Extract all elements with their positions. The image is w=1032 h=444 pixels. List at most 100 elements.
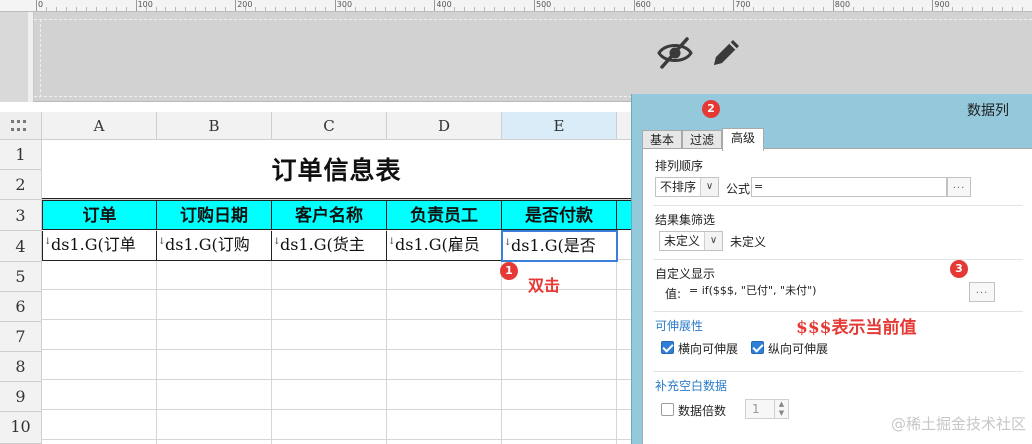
band-guide-top (34, 19, 1032, 20)
data-cell-employee[interactable]: ↓ ds1.G(雇员 (387, 231, 502, 261)
sort-select-value: 不排序 (660, 180, 697, 194)
tab-basic[interactable]: 基本 (642, 130, 682, 150)
report-title: 订单信息表 (271, 156, 402, 185)
advanced-panel: 排列顺序 不排序 ∨ 公式: = ... 结果集筛选 未定义 ∨ 未定义 自定义… (642, 148, 1032, 444)
custom-display-label: 自定义显示 (655, 267, 716, 281)
result-filter-label: 结果集筛选 (655, 213, 716, 227)
vertical-expand-label: 纵向可伸展 (768, 342, 829, 356)
header-cell-extra[interactable] (617, 200, 632, 230)
data-cell-order-date[interactable]: ↓ ds1.G(订购 (157, 231, 272, 261)
ruler-major-tick (633, 0, 635, 11)
dialog-title: 数据列 (967, 103, 1009, 119)
column-header-e[interactable]: E (502, 112, 617, 140)
expandability-label: 可伸展性 (655, 319, 704, 333)
report-designer: 0 100 200 300 400 500 600 700 800 900 A B C D E 1… (0, 0, 1032, 444)
eye-off-icon[interactable] (656, 36, 694, 70)
data-cell-text: ds1.G(货主 (280, 235, 365, 254)
dialog-titlebar[interactable]: 数据列 (632, 94, 1032, 124)
ruler-major-tick (534, 0, 535, 11)
vertical-expand-checkbox[interactable] (751, 341, 764, 354)
custom-value-more-button[interactable]: ... (969, 282, 995, 302)
tab-advanced[interactable]: 高级 (722, 128, 764, 151)
data-cell-order[interactable]: ↓ ds1.G(订单 (42, 231, 157, 261)
expand-down-icon: ↓ (44, 237, 52, 247)
column-header-f[interactable] (617, 112, 632, 140)
row-header-8[interactable]: 8 (0, 352, 42, 382)
row-header-4[interactable]: 4 (0, 231, 42, 262)
column-header-d[interactable]: D (387, 112, 502, 140)
data-cell-text: ds1.G(雇员 (395, 235, 480, 254)
formula-more-button[interactable]: ... (947, 177, 971, 197)
divider (653, 259, 1023, 260)
fill-blank-label: 补充空白数据 (655, 379, 728, 393)
result-filter-select[interactable]: 未定义 ∨ (659, 231, 723, 251)
header-cell-order[interactable]: 订单 (42, 200, 157, 230)
data-column-dialog: 数据列 基本 过滤 高级 排列顺序 不排序 ∨ 公式: = ... 结果集筛选 … (631, 94, 1032, 444)
sort-label: 排列顺序 (655, 159, 704, 173)
divider (653, 371, 1023, 372)
expand-down-icon: ↓ (273, 237, 281, 247)
row-header-7[interactable]: 7 (0, 322, 42, 352)
horizontal-expand-label: 横向可伸展 (678, 342, 739, 356)
ruler-corner (0, 0, 30, 12)
header-cell-customer[interactable]: 客户名称 (272, 200, 387, 230)
data-cell-text: ds1.G(是否 (511, 236, 596, 255)
divider (653, 311, 1023, 312)
chevron-down-icon: ∨ (700, 178, 718, 196)
row-header-3[interactable]: 3 (0, 200, 42, 231)
design-band[interactable] (34, 12, 1032, 102)
current-value-note: $$$表示当前值 (796, 318, 917, 338)
row-header-6[interactable]: 6 (0, 292, 42, 322)
band-guide-left (40, 19, 41, 97)
expand-down-icon: ↓ (158, 237, 166, 247)
ruler-number: 0 (38, 0, 44, 9)
divider (653, 205, 1023, 206)
ruler-major-tick (932, 0, 934, 11)
ruler-major-tick (832, 0, 834, 11)
formula-label: 公式: (726, 182, 755, 196)
data-multiple-checkbox[interactable] (661, 403, 674, 416)
data-cell-customer[interactable]: ↓ ds1.G(货主 (272, 231, 387, 261)
row-header-1[interactable]: 1 (0, 140, 42, 170)
horizontal-expand-checkbox[interactable] (661, 341, 674, 354)
watermark: @稀土掘金技术社区 (890, 415, 1026, 433)
value-label: 值: (665, 287, 682, 301)
ruler-major-tick (36, 0, 37, 11)
column-header-a[interactable]: A (42, 112, 157, 140)
data-multiple-label: 数据倍数 (678, 404, 727, 418)
header-cell-paid[interactable]: 是否付款 (502, 200, 617, 230)
expand-down-icon: ↓ (388, 237, 396, 247)
row-header-5[interactable]: 5 (0, 262, 42, 292)
step-badge-1: 1 (500, 262, 518, 280)
formula-input[interactable]: = (751, 177, 947, 197)
band-margin (0, 12, 28, 102)
expand-down-icon: ↓ (504, 238, 512, 248)
header-cell-order-date[interactable]: 订购日期 (157, 200, 272, 230)
sort-select[interactable]: 不排序 ∨ (655, 177, 719, 197)
tab-filter[interactable]: 过滤 (682, 130, 722, 150)
column-header-b[interactable]: B (157, 112, 272, 140)
data-multiple-stepper[interactable]: 1 ▲ ▼ (745, 399, 789, 419)
stepper-arrows-icon: ▲ ▼ (774, 400, 788, 418)
column-header-c[interactable]: C (272, 112, 387, 140)
title-cell[interactable]: 订单信息表 (42, 140, 632, 199)
data-cell-paid-selected[interactable]: ↓ ds1.G(是否 (501, 230, 618, 262)
horizontal-ruler: 0 100 200 300 400 500 600 700 800 900 (30, 0, 1032, 12)
ruler-major-tick (733, 0, 735, 11)
header-cell-employee[interactable]: 负责员工 (387, 200, 502, 230)
result-filter-text: 未定义 (730, 235, 767, 249)
ruler-major-tick (334, 0, 336, 11)
custom-value-input[interactable]: = if($$$, "已付", "未付") (683, 282, 969, 302)
pencil-icon[interactable] (708, 35, 744, 71)
ruler-major-tick (135, 0, 137, 11)
result-filter-select-value: 未定义 (664, 234, 701, 248)
select-all-corner[interactable] (0, 112, 42, 140)
data-cell-text: ds1.G(订购 (165, 235, 250, 254)
data-multiple-value: 1 (752, 402, 760, 416)
row-header-2[interactable]: 2 (0, 170, 42, 200)
row-header-9[interactable]: 9 (0, 382, 42, 412)
double-click-note: 双击 (528, 276, 561, 295)
step-badge-3: 3 (950, 260, 968, 278)
row-header-10[interactable]: 10 (0, 412, 42, 444)
data-cell-text: ds1.G(订单 (51, 235, 136, 254)
